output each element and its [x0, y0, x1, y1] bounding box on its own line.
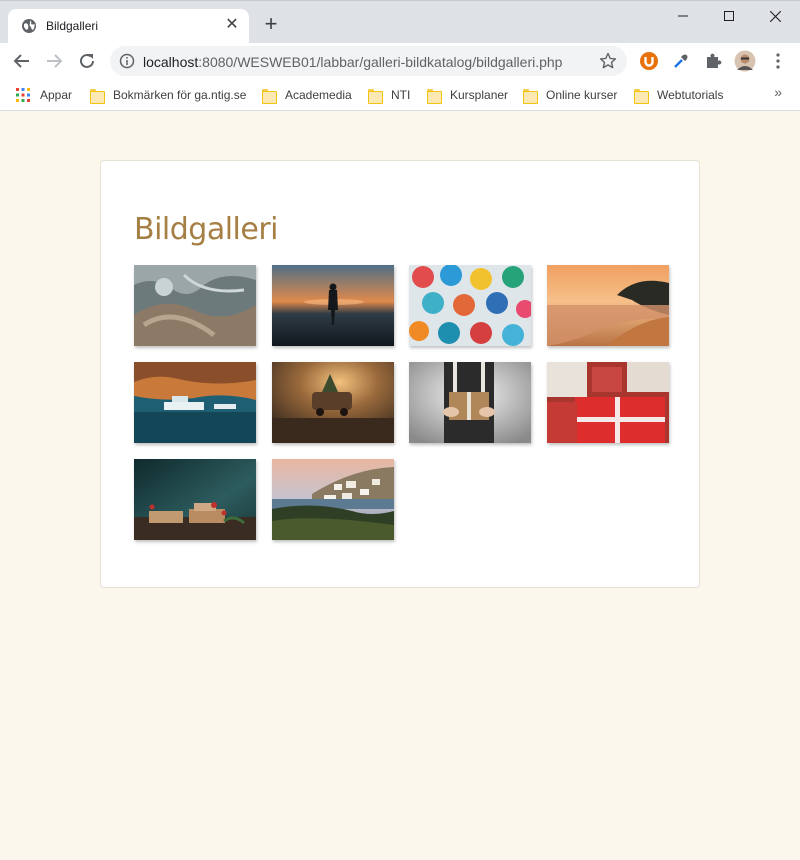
gallery-thumbnail[interactable] — [272, 362, 394, 443]
bookmark-label: Kursplaner — [450, 88, 509, 102]
folder-icon — [368, 88, 383, 104]
browser-tab[interactable]: Bildgalleri ✕ — [8, 9, 249, 44]
gallery-card: Bildgalleri — [100, 160, 700, 588]
thumbnail-image — [409, 265, 531, 346]
folder-icon — [90, 88, 105, 104]
bookmark-label: Bokmärken för ga.ntig.se — [113, 88, 247, 102]
thumbnail-image — [272, 265, 394, 346]
bookmark-folder[interactable]: NTI — [368, 86, 410, 104]
folder-icon — [427, 88, 442, 104]
new-tab-button[interactable]: + — [259, 13, 283, 37]
bookmark-folder[interactable]: Webtutorials — [634, 86, 723, 104]
bookmark-label: Webtutorials — [657, 88, 724, 102]
gallery-thumbnail[interactable] — [272, 459, 394, 540]
profile-avatar[interactable] — [734, 50, 756, 72]
thumbnail-image — [134, 362, 256, 443]
tab-strip: Bildgalleri ✕ + — [0, 0, 800, 44]
ublock-extension-icon[interactable] — [638, 50, 660, 72]
bookmarks-bar: Appar Bokmärken för ga.ntig.se Academedi… — [0, 79, 800, 111]
gallery-thumbnail[interactable] — [134, 362, 256, 443]
browser-toolbar: localhost:8080/WESWEB01/labbar/galleri-b… — [0, 43, 800, 79]
eyedropper-extension-icon[interactable] — [670, 50, 692, 72]
maximize-icon[interactable] — [706, 1, 752, 31]
bookmarks-overflow-chevron-icon[interactable]: » — [774, 84, 782, 100]
thumbnail-image — [547, 265, 669, 346]
url-text[interactable]: localhost:8080/WESWEB01/labbar/galleri-b… — [143, 54, 562, 70]
thumbnail-image — [134, 265, 256, 346]
gallery-thumbnail[interactable] — [134, 265, 256, 346]
gallery-thumbnail[interactable] — [547, 362, 669, 443]
gallery-thumbnail[interactable] — [272, 265, 394, 346]
info-icon[interactable] — [119, 53, 135, 69]
bookmark-star-icon[interactable] — [599, 52, 617, 70]
thumbnail-image — [134, 459, 256, 540]
close-tab-icon[interactable]: ✕ — [223, 16, 241, 34]
globe-icon — [22, 19, 36, 33]
folder-icon — [523, 88, 538, 104]
page-viewport: Bildgalleri — [0, 111, 800, 860]
gallery-thumbnail[interactable] — [409, 265, 531, 346]
gallery-thumbnail[interactable] — [134, 459, 256, 540]
thumbnail-image — [547, 362, 669, 443]
bookmark-label: Appar — [40, 88, 73, 102]
thumbnail-image — [272, 362, 394, 443]
forward-arrow-icon[interactable] — [40, 47, 68, 75]
apps-grid-icon — [16, 88, 30, 102]
puzzle-extensions-icon[interactable] — [702, 50, 724, 72]
thumbnail-image — [272, 459, 394, 540]
bookmark-label: NTI — [391, 88, 411, 102]
address-bar[interactable]: localhost:8080/WESWEB01/labbar/galleri-b… — [110, 46, 627, 76]
folder-icon — [634, 88, 649, 104]
bookmark-folder[interactable]: Bokmärken för ga.ntig.se — [90, 86, 246, 104]
page-title: Bildgalleri — [134, 212, 279, 247]
folder-icon — [262, 88, 277, 104]
bookmark-label: Academedia — [285, 88, 352, 102]
bookmark-folder[interactable]: Online kurser — [523, 86, 617, 104]
tab-title: Bildgalleri — [46, 19, 99, 33]
minimize-icon[interactable] — [660, 1, 706, 31]
bookmark-label: Online kurser — [546, 88, 618, 102]
bookmark-folder[interactable]: Kursplaner — [427, 86, 508, 104]
thumbnail-image — [409, 362, 531, 443]
gallery-thumbnail[interactable] — [409, 362, 531, 443]
bookmark-folder[interactable]: Academedia — [262, 86, 352, 104]
reload-icon[interactable] — [73, 47, 101, 75]
bookmark-apps[interactable]: Appar — [16, 86, 72, 104]
menu-dots-icon[interactable] — [767, 50, 789, 72]
gallery-thumbnail[interactable] — [547, 265, 669, 346]
window-close-icon[interactable] — [752, 1, 798, 31]
back-arrow-icon[interactable] — [8, 47, 36, 75]
